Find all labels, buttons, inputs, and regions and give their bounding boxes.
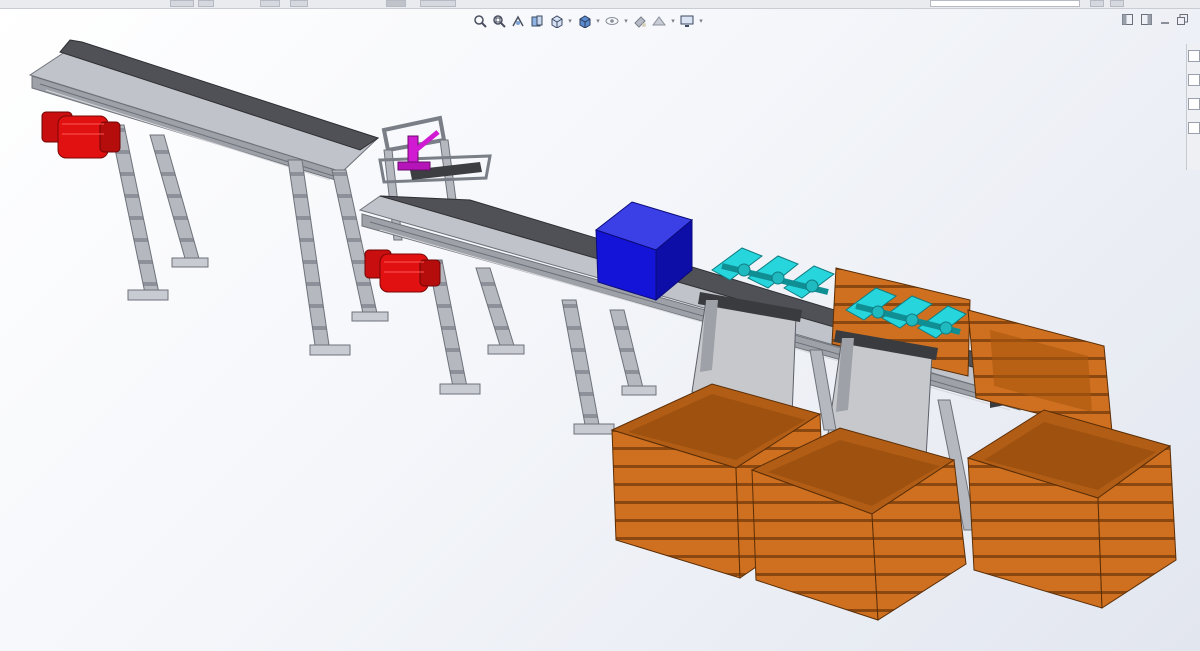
lower-conveyor-support-leg[interactable] [427, 259, 525, 395]
upper-conveyor[interactable] [28, 39, 380, 183]
drive-motor[interactable] [41, 111, 121, 159]
upper-conveyor-support-leg[interactable] [109, 124, 209, 301]
crate[interactable] [750, 427, 967, 621]
graphics-area-3d-model[interactable] [0, 0, 1200, 651]
drive-motor[interactable] [364, 249, 441, 293]
crate[interactable] [966, 409, 1177, 609]
pusher-actuator[interactable] [397, 130, 440, 171]
lower-conveyor-support-leg[interactable] [561, 299, 657, 435]
